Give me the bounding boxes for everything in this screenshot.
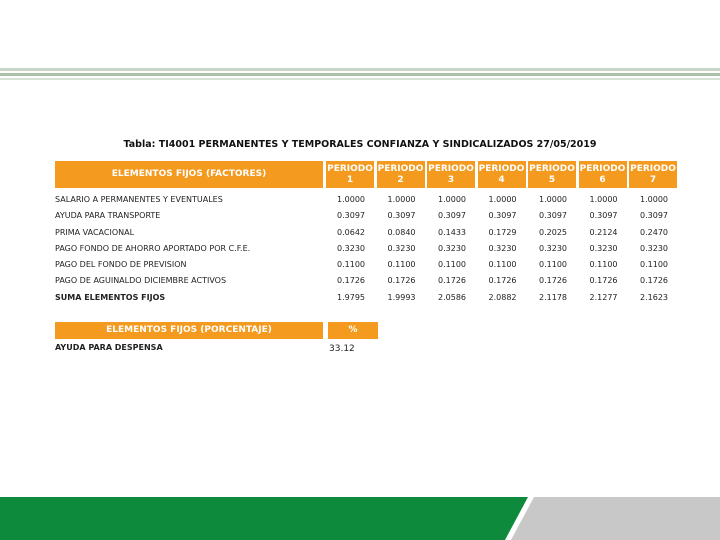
row-value: 0.1100	[438, 260, 466, 270]
row-value: 0.1100	[488, 260, 517, 270]
row-value: 2.1277	[589, 292, 618, 302]
period-header: PERIODO 3	[427, 161, 475, 188]
row-value: 2.0882	[488, 292, 517, 302]
period-number: 7	[649, 174, 657, 185]
row-value: 0.3097	[438, 211, 466, 221]
percent-symbol-header: %	[328, 322, 378, 339]
period-label: PERIODO	[377, 163, 424, 174]
row-label: SUMA ELEMENTOS FIJOS	[55, 292, 166, 302]
period-header: PERIODO 4	[477, 161, 526, 188]
period-label: PERIODO	[529, 163, 575, 174]
period-header: PERIODO 5	[528, 161, 576, 188]
row-value: 0.1726	[589, 276, 618, 286]
percent-row-value: 33.12	[329, 344, 355, 354]
period-headers: PERIODO 1 PERIODO 2 PERIODO 3 PERIODO 4 PERI…	[326, 161, 680, 188]
row-value: 0.3097	[488, 211, 517, 221]
row-value: 0.3097	[539, 211, 567, 221]
row-label: SALARIO A PERMANENTES Y EVENTUALES	[55, 195, 223, 204]
row-value: 1.0000	[337, 195, 365, 204]
row-value: 0.3097	[640, 211, 668, 221]
period-header: PERIODO 1	[326, 161, 374, 188]
row-value: 0.2025	[539, 227, 567, 237]
row-value: 0.1726	[488, 276, 517, 286]
row-value: 0.2124	[589, 227, 618, 237]
row-value: 0.1433	[438, 227, 466, 237]
period-label: PERIODO	[579, 163, 626, 174]
period-header: PERIODO 6	[578, 161, 627, 188]
footer-green-band	[0, 497, 528, 540]
period-label: PERIODO	[327, 163, 373, 174]
row-value: 0.1100	[337, 260, 365, 270]
percent-header: ELEMENTOS FIJOS (PORCENTAJE)	[55, 322, 323, 339]
row-label: PRIMA VACACIONAL	[55, 227, 135, 237]
row-value: 2.0586	[438, 292, 466, 302]
top-divider-line	[0, 73, 720, 76]
footer-band	[0, 497, 720, 540]
row-value: 0.0642	[337, 227, 365, 237]
row-value: 0.3230	[488, 243, 517, 253]
row-value: 0.1726	[438, 276, 466, 286]
row-value: 0.1100	[589, 260, 618, 270]
row-value: 0.3230	[337, 243, 365, 253]
row-value: 1.0000	[488, 195, 517, 204]
top-divider-line	[0, 78, 720, 80]
period-label: PERIODO	[428, 163, 474, 174]
row-value: 0.3230	[589, 243, 618, 253]
row-value: 1.0000	[387, 195, 416, 204]
row-value: 0.1100	[387, 260, 416, 270]
period-number: 1	[346, 174, 354, 185]
row-value: 0.1726	[539, 276, 567, 286]
row-value: 1.9795	[337, 292, 365, 302]
row-label: PAGO DE AGUINALDO DICIEMBRE ACTIVOS	[55, 276, 227, 286]
row-value: 0.1100	[539, 260, 567, 270]
row-value: 1.0000	[589, 195, 618, 204]
footer-graphic	[0, 497, 720, 540]
top-divider-line	[0, 68, 720, 71]
row-value: 0.2470	[640, 227, 668, 237]
row-label: AYUDA PARA TRANSPORTE	[55, 211, 161, 221]
row-value: 0.1100	[640, 260, 668, 270]
period-label: PERIODO	[478, 163, 525, 174]
period-number: 6	[599, 174, 606, 185]
row-value: 0.3230	[438, 243, 466, 253]
row-label: PAGO FONDO DE AHORRO APORTADO POR C.F.E.	[55, 243, 251, 253]
row-value: 0.3230	[387, 243, 416, 253]
factors-header: ELEMENTOS FIJOS (FACTORES)	[55, 161, 323, 188]
period-number: 2	[397, 174, 404, 185]
percent-row-label: AYUDA PARA DESPENSA	[55, 343, 163, 352]
row-value: 0.3097	[589, 211, 618, 221]
row-value: 1.0000	[640, 195, 668, 204]
row-value: 0.3230	[539, 243, 567, 253]
row-value: 0.1726	[640, 276, 668, 286]
period-header: PERIODO 7	[629, 161, 677, 188]
row-value: 2.1178	[539, 292, 567, 302]
row-value: 0.3097	[387, 211, 416, 221]
row-value: 0.1726	[337, 276, 365, 286]
row-label: PAGO DEL FONDO DE PREVISION	[55, 260, 187, 270]
period-label: PERIODO	[630, 163, 676, 174]
row-value: 1.9993	[387, 292, 416, 302]
row-value: 1.0000	[539, 195, 567, 204]
row-value: 0.3097	[337, 211, 365, 221]
row-value: 0.1729	[488, 227, 517, 237]
period-number: 5	[548, 174, 556, 185]
row-value: 0.3230	[640, 243, 668, 253]
period-number: 4	[498, 174, 505, 185]
table-title: Tabla: TI4001 PERMANENTES Y TEMPORALES C…	[123, 139, 597, 150]
period-header: PERIODO 2	[376, 161, 425, 188]
row-value: 2.1623	[640, 292, 668, 302]
row-value: 0.1726	[387, 276, 416, 286]
footer-grey-band	[511, 497, 720, 540]
row-value: 1.0000	[438, 195, 466, 204]
row-value: 0.0840	[387, 227, 416, 237]
period-number: 3	[447, 174, 455, 185]
